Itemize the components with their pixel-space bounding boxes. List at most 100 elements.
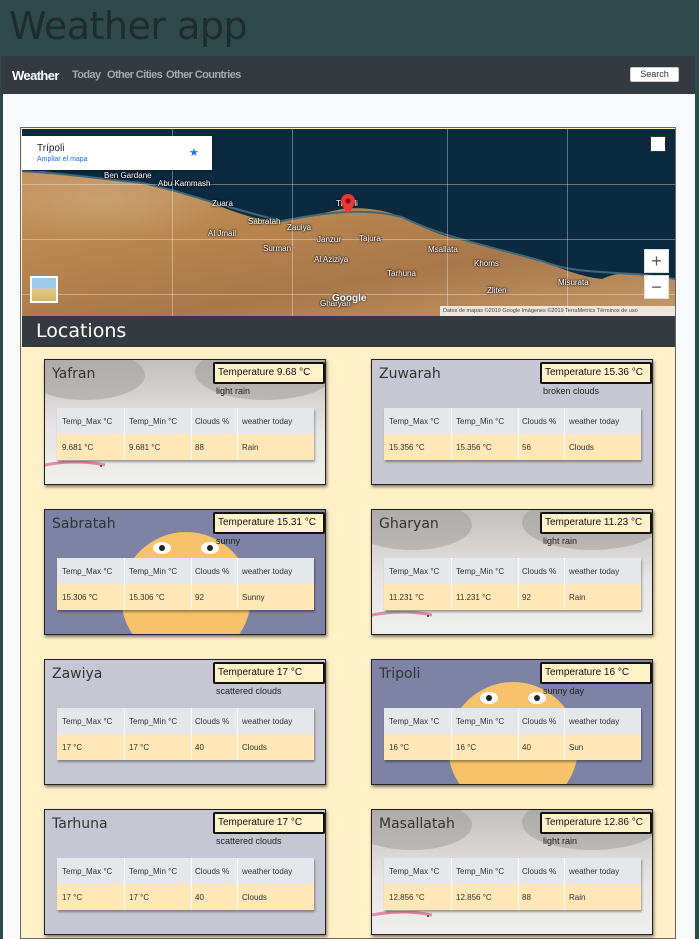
map-label: Al Jmail bbox=[208, 229, 237, 238]
table-header-cell: Temp_Max °C bbox=[62, 867, 113, 876]
weather-description: broken clouds bbox=[543, 386, 600, 396]
table-row: 17 °C 17 °C 40 Clouds bbox=[57, 734, 314, 760]
table-header-cell: Clouds % bbox=[522, 417, 557, 426]
column-divider bbox=[564, 408, 565, 460]
zoom-out-button[interactable]: − bbox=[644, 275, 669, 299]
map-label: Zauiya bbox=[287, 223, 312, 232]
table-header-cell: weather today bbox=[569, 867, 620, 876]
navbar-brand[interactable]: Weather bbox=[12, 68, 59, 83]
weather-today-cell: Rain bbox=[569, 893, 586, 902]
table-row: 12.856 °C 12.856 °C 88 Rain bbox=[384, 884, 641, 910]
clouds-cell: 40 bbox=[195, 743, 204, 752]
table-header-cell: weather today bbox=[569, 567, 620, 576]
table-header-cell: Temp_Min °C bbox=[129, 867, 178, 876]
table-header-cell: weather today bbox=[569, 717, 620, 726]
city-name: Masallatah bbox=[379, 816, 455, 832]
map-label: Msallata bbox=[428, 245, 458, 254]
temp-max-cell: 12.856 °C bbox=[389, 893, 425, 902]
weather-card: Gharyan Temperature 11.23 °C light rain Tem… bbox=[371, 509, 653, 635]
table-header-cell: weather today bbox=[242, 717, 293, 726]
column-divider bbox=[191, 708, 192, 760]
enlarge-map-link[interactable]: Ampliar el mapa bbox=[37, 156, 88, 163]
temp-min-cell: 17 °C bbox=[129, 893, 150, 902]
column-divider bbox=[451, 858, 452, 910]
weather-today-cell: Clouds bbox=[242, 893, 267, 902]
table-header-cell: Temp_Min °C bbox=[456, 717, 505, 726]
weather-card: Sabratah Temperature 15.31 °C sunny Temp_Ma… bbox=[44, 509, 326, 635]
column-divider bbox=[451, 558, 452, 610]
map-gridline bbox=[567, 129, 568, 316]
table-header-row: Temp_Max °C Temp_Min °C Clouds % weather to… bbox=[384, 858, 641, 884]
column-divider bbox=[451, 708, 452, 760]
temperature-label: Temperature 17 °C bbox=[213, 812, 325, 834]
map-label: Abu Kammash bbox=[158, 179, 211, 188]
temp-min-cell: 17 °C bbox=[129, 743, 150, 752]
search-button[interactable]: Search bbox=[630, 67, 679, 82]
table-row: 17 °C 17 °C 40 Clouds bbox=[57, 884, 314, 910]
table-header-row: Temp_Max °C Temp_Min °C Clouds % weather to… bbox=[384, 408, 641, 434]
temp-min-cell: 9.681 °C bbox=[129, 443, 161, 452]
column-divider bbox=[237, 558, 238, 610]
column-divider bbox=[124, 408, 125, 460]
table-header-cell: Clouds % bbox=[195, 717, 230, 726]
table-header-row: Temp_Max °C Temp_Min °C Clouds % weather to… bbox=[384, 708, 641, 734]
nav-link-other-countries[interactable]: Other Countries bbox=[166, 69, 241, 81]
table-row: 9.681 °C 9.681 °C 88 Rain bbox=[57, 434, 314, 460]
weather-card: Tripoli Temperature 16 °C sunny day Temp_Ma… bbox=[371, 659, 653, 785]
weather-table: Temp_Max °C Temp_Min °C Clouds % weather to… bbox=[384, 858, 641, 910]
table-header-row: Temp_Max °C Temp_Min °C Clouds % weather to… bbox=[57, 858, 314, 884]
table-header-cell: Temp_Max °C bbox=[62, 717, 113, 726]
weather-today-cell: Sun bbox=[569, 743, 584, 752]
table-header-cell: Clouds % bbox=[522, 717, 557, 726]
map-attribution: Datos de mapas ©2019 Google Imágenes ©20… bbox=[440, 306, 675, 316]
table-row: 15.306 °C 15.306 °C 92 Sunny bbox=[57, 584, 314, 610]
map-place-name: Trípoli bbox=[37, 143, 65, 154]
column-divider bbox=[237, 408, 238, 460]
map-pin-icon[interactable] bbox=[341, 194, 355, 214]
city-name: Zawiya bbox=[52, 666, 103, 682]
map-label: Misurata bbox=[558, 278, 589, 287]
table-header-cell: weather today bbox=[242, 567, 293, 576]
column-divider bbox=[124, 708, 125, 760]
map-label: Surman bbox=[263, 244, 292, 253]
table-header-cell: Clouds % bbox=[195, 867, 230, 876]
clouds-cell: 88 bbox=[195, 443, 204, 452]
temp-max-cell: 17 °C bbox=[62, 743, 83, 752]
star-icon[interactable]: ★ bbox=[189, 146, 199, 159]
navbar: Weather Today Other Cities Other Countri… bbox=[1, 56, 695, 94]
column-divider bbox=[124, 858, 125, 910]
table-header-cell: weather today bbox=[242, 867, 293, 876]
column-divider bbox=[191, 408, 192, 460]
umbrella-icon bbox=[372, 611, 433, 617]
nav-link-other-cities[interactable]: Other Cities bbox=[107, 69, 163, 81]
map[interactable]: Ben Gardane Abu Kammash Zuara Sabratah Z… bbox=[22, 129, 675, 316]
weather-today-cell: Clouds bbox=[569, 443, 594, 452]
weather-description: scattered clouds bbox=[216, 836, 282, 846]
temp-min-cell: 16 °C bbox=[456, 743, 477, 752]
map-gridline bbox=[447, 129, 448, 316]
clouds-cell: 40 bbox=[522, 743, 531, 752]
map-label: Tarhuna bbox=[387, 269, 416, 278]
zoom-in-button[interactable]: + bbox=[644, 249, 669, 273]
table-header-cell: Clouds % bbox=[522, 567, 557, 576]
fullscreen-icon[interactable] bbox=[650, 136, 666, 152]
weather-today-cell: Sunny bbox=[242, 593, 265, 602]
map-label: Zliten bbox=[487, 286, 507, 295]
map-type-toggle[interactable] bbox=[30, 276, 58, 303]
map-place-card: Trípoli Ampliar el mapa ★ bbox=[22, 136, 212, 170]
app-title: Weather app bbox=[9, 4, 248, 48]
column-divider bbox=[518, 558, 519, 610]
weather-table: Temp_Max °C Temp_Min °C Clouds % weather to… bbox=[57, 858, 314, 910]
column-divider bbox=[564, 708, 565, 760]
table-header-cell: Temp_Max °C bbox=[389, 567, 440, 576]
table-header-cell: Temp_Min °C bbox=[129, 717, 178, 726]
weather-table: Temp_Max °C Temp_Min °C Clouds % weather to… bbox=[384, 408, 641, 460]
column-divider bbox=[518, 408, 519, 460]
table-header-row: Temp_Max °C Temp_Min °C Clouds % weather to… bbox=[57, 408, 314, 434]
weather-card: Zawiya Temperature 17 °C scattered clouds T… bbox=[44, 659, 326, 785]
temperature-label: Temperature 12.86 °C bbox=[540, 812, 652, 834]
nav-link-today[interactable]: Today bbox=[72, 69, 101, 81]
temp-min-cell: 12.856 °C bbox=[456, 893, 492, 902]
temp-max-cell: 9.681 °C bbox=[62, 443, 94, 452]
weather-table: Temp_Max °C Temp_Min °C Clouds % weather to… bbox=[384, 558, 641, 610]
